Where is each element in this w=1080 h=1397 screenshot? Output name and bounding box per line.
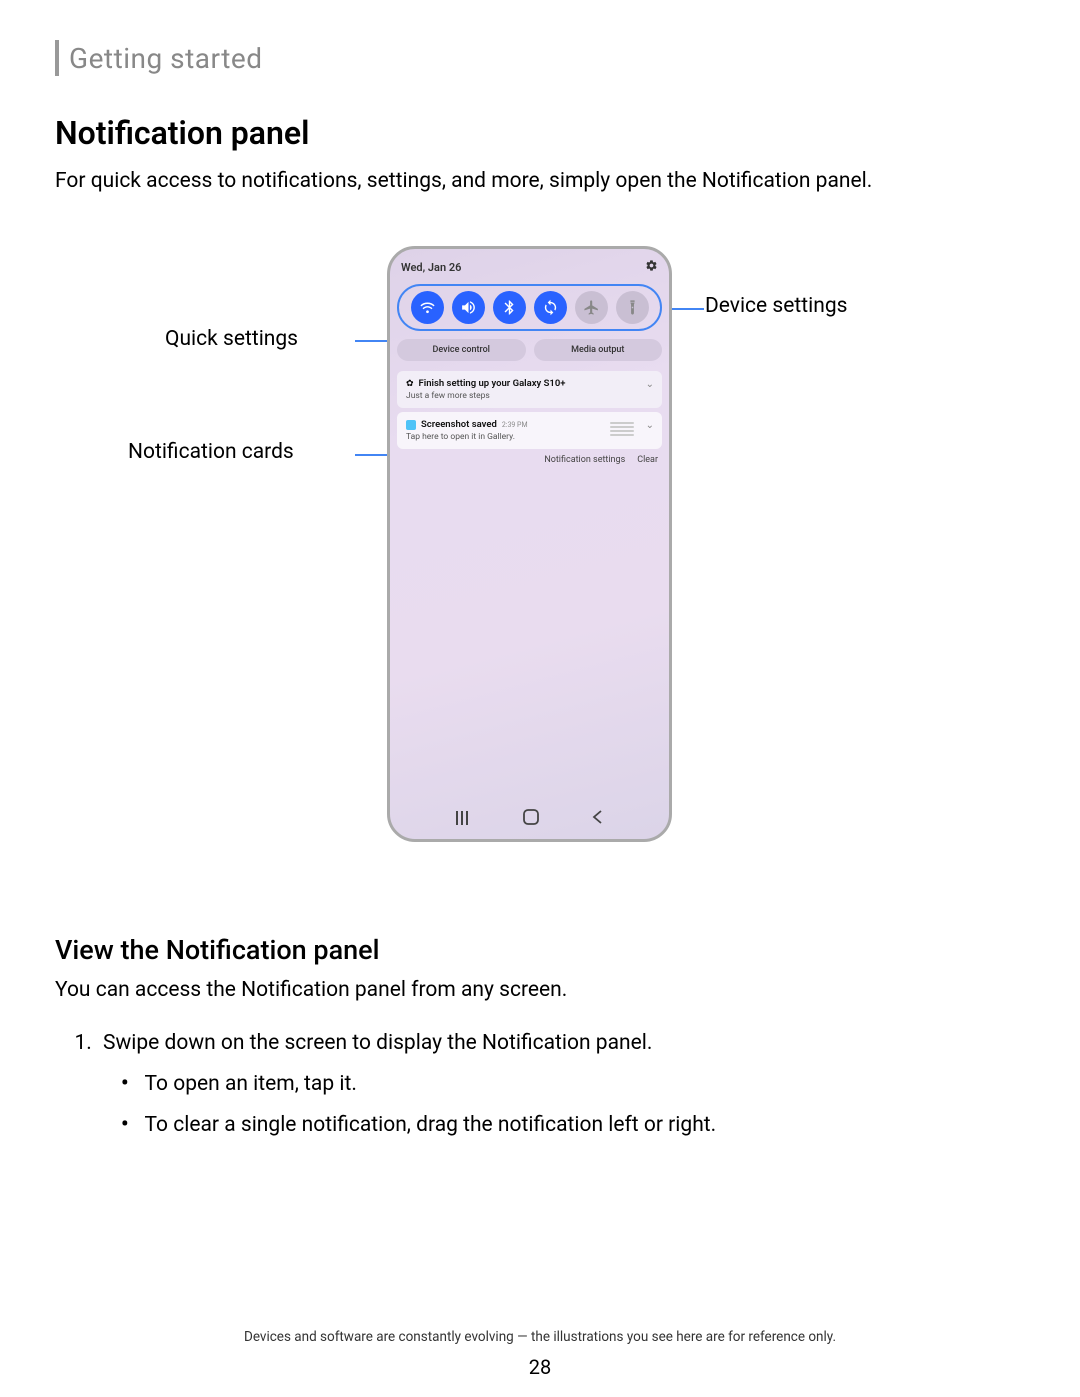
subsection-desc: You can access the Notification panel fr… — [55, 978, 1025, 1002]
chapter-title: Getting started — [69, 42, 263, 75]
phone-illustration-area: Quick settings Notification cards Device… — [55, 246, 1025, 886]
chevron-down-icon[interactable]: ⌄ — [646, 379, 654, 390]
notif-sub: Just a few more steps — [406, 391, 653, 401]
callout-device-settings: Device settings — [705, 294, 847, 318]
bullet-item: To open an item, tap it. — [121, 1067, 1025, 1102]
step-item: Swipe down on the screen to display the … — [97, 1026, 1025, 1142]
image-icon — [406, 420, 416, 430]
date-text: Wed, Jan 26 — [401, 261, 461, 274]
navbar — [390, 809, 669, 829]
wifi-icon[interactable] — [411, 291, 444, 324]
clear-button[interactable]: Clear — [637, 455, 658, 465]
status-bar: Wed, Jan 26 — [397, 259, 662, 284]
phone-mockup: Wed, Jan 26 Device control Media output — [387, 246, 672, 842]
subsection-title: View the Notification panel — [55, 934, 1025, 966]
notif-title: Finish setting up your Galaxy S10+ — [419, 378, 566, 389]
home-button[interactable] — [523, 809, 539, 829]
section-desc: For quick access to notifications, setti… — [55, 166, 1025, 196]
chapter-bar — [55, 40, 59, 76]
control-pill-row: Device control Media output — [397, 339, 662, 361]
recents-button[interactable] — [456, 810, 472, 829]
notif-title: Screenshot saved — [421, 419, 497, 430]
section-title: Notification panel — [55, 114, 1025, 152]
media-output-pill[interactable]: Media output — [534, 339, 663, 361]
notif-time: 2:39 PM — [502, 421, 528, 429]
callout-quick-settings: Quick settings — [165, 327, 298, 351]
screenshot-thumbnail — [610, 422, 634, 438]
chevron-down-icon[interactable]: ⌄ — [646, 420, 654, 431]
notif-footer: Notification settings Clear — [397, 453, 662, 467]
bullet-item: To clear a single notification, drag the… — [121, 1108, 1025, 1143]
notification-settings-link[interactable]: Notification settings — [544, 455, 625, 465]
chapter-header: Getting started — [55, 40, 1025, 76]
notification-card[interactable]: ⌄ Screenshot saved 2:39 PM Tap here to o… — [397, 412, 662, 449]
footer-note: Devices and software are constantly evol… — [0, 1329, 1080, 1345]
steps-list: Swipe down on the screen to display the … — [97, 1026, 1025, 1142]
rotate-icon[interactable] — [534, 291, 567, 324]
airplane-icon[interactable] — [575, 291, 608, 324]
quick-settings-row — [397, 284, 662, 331]
bullet-list: To open an item, tap it. To clear a sing… — [121, 1067, 1025, 1142]
sound-icon[interactable] — [452, 291, 485, 324]
callout-notification-cards: Notification cards — [128, 440, 294, 464]
device-control-pill[interactable]: Device control — [397, 339, 526, 361]
gear-icon: ✿ — [406, 379, 414, 389]
flashlight-icon[interactable] — [616, 291, 649, 324]
gear-icon[interactable] — [645, 259, 658, 276]
bluetooth-icon[interactable] — [493, 291, 526, 324]
back-button[interactable] — [591, 809, 603, 829]
page-number: 28 — [0, 1355, 1080, 1379]
step-text: Swipe down on the screen to display the … — [103, 1031, 652, 1055]
notification-card[interactable]: ⌄ ✿ Finish setting up your Galaxy S10+ J… — [397, 371, 662, 408]
